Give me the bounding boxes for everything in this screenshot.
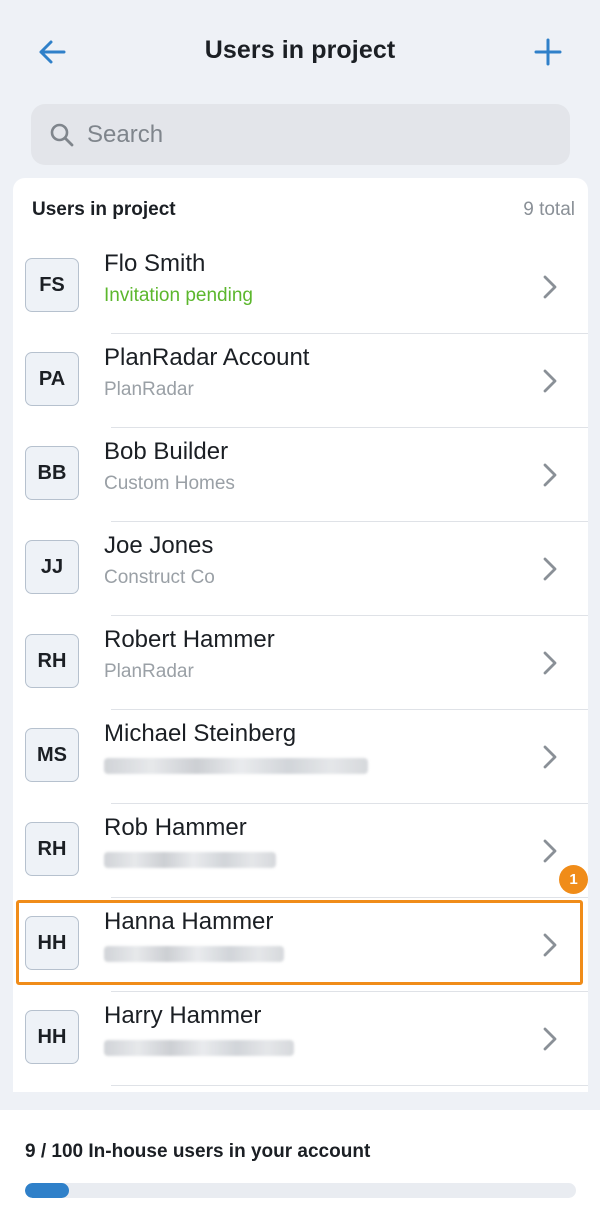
user-name: Rob Hammer [104, 814, 247, 841]
avatar: PA [25, 352, 79, 406]
page-title: Users in project [204, 36, 396, 64]
user-name: PlanRadar Account [104, 344, 310, 371]
user-row-michael-steinberg[interactable]: MS Michael Steinberg [13, 710, 588, 804]
chevron-right-icon [543, 745, 557, 769]
users-list-card: Users in project 9 total FS Flo Smith In… [13, 178, 588, 1092]
chevron-right-icon [543, 557, 557, 581]
divider [111, 1084, 588, 1086]
chevron-right-icon [543, 275, 557, 299]
account-usage-footer: 9 / 100 In-house users in your account [0, 1110, 600, 1216]
user-row-joe-jones[interactable]: JJ Joe Jones Construct Co [13, 522, 588, 616]
chevron-right-icon [543, 463, 557, 487]
chevron-right-icon [543, 651, 557, 675]
search-input[interactable] [87, 120, 527, 149]
chevron-right-icon [543, 839, 557, 863]
avatar: JJ [25, 540, 79, 594]
add-user-button[interactable] [530, 34, 566, 70]
user-name: Joe Jones [104, 532, 214, 559]
user-row-harry-hammer[interactable]: HH Harry Hammer [13, 992, 588, 1086]
usage-progress-bar [25, 1183, 576, 1198]
redacted-email [104, 1040, 294, 1056]
avatar: MS [25, 728, 79, 782]
user-name: Bob Builder [104, 438, 229, 465]
chevron-right-icon [543, 1027, 557, 1051]
user-row-hanna-hammer[interactable]: HH Hanna Hammer [13, 898, 588, 992]
user-name: Harry Hammer [104, 1002, 262, 1029]
avatar: HH [25, 1010, 79, 1064]
chevron-right-icon [543, 933, 557, 957]
redacted-email [104, 946, 284, 962]
user-company: Construct Co [104, 567, 215, 588]
search-bar[interactable] [31, 104, 570, 165]
avatar: BB [25, 446, 79, 500]
user-count: 9 total [523, 199, 575, 220]
redacted-email [104, 852, 276, 868]
plus-icon [534, 38, 562, 66]
chevron-right-icon [543, 369, 557, 393]
avatar: HH [25, 916, 79, 970]
user-row-robert-hammer[interactable]: RH Robert Hammer PlanRadar [13, 616, 588, 710]
user-name: Michael Steinberg [104, 720, 297, 747]
user-company: PlanRadar [104, 379, 194, 400]
redacted-email [104, 758, 368, 774]
avatar: RH [25, 634, 79, 688]
user-row-flo-smith[interactable]: FS Flo Smith Invitation pending [13, 240, 588, 334]
avatar: FS [25, 258, 79, 312]
user-name: Robert Hammer [104, 626, 275, 653]
invitation-status: Invitation pending [104, 285, 253, 306]
user-row-rob-hammer[interactable]: RH Rob Hammer [13, 804, 588, 898]
user-company: Custom Homes [104, 473, 235, 494]
top-bar: Users in project [0, 0, 600, 104]
avatar: RH [25, 822, 79, 876]
usage-progress-fill [25, 1183, 70, 1198]
search-icon [50, 123, 74, 146]
step-badge: 1 [559, 865, 588, 894]
user-name: Hanna Hammer [104, 908, 274, 935]
usage-text: 9 / 100 In-house users in your account [25, 1141, 371, 1162]
list-header: Users in project 9 total [13, 178, 588, 240]
user-row-bob-builder[interactable]: BB Bob Builder Custom Homes [13, 428, 588, 522]
user-row-planradar-account[interactable]: PA PlanRadar Account PlanRadar [13, 334, 588, 428]
user-name: Flo Smith [104, 250, 206, 277]
list-title: Users in project [32, 199, 176, 220]
user-company: PlanRadar [104, 661, 194, 682]
